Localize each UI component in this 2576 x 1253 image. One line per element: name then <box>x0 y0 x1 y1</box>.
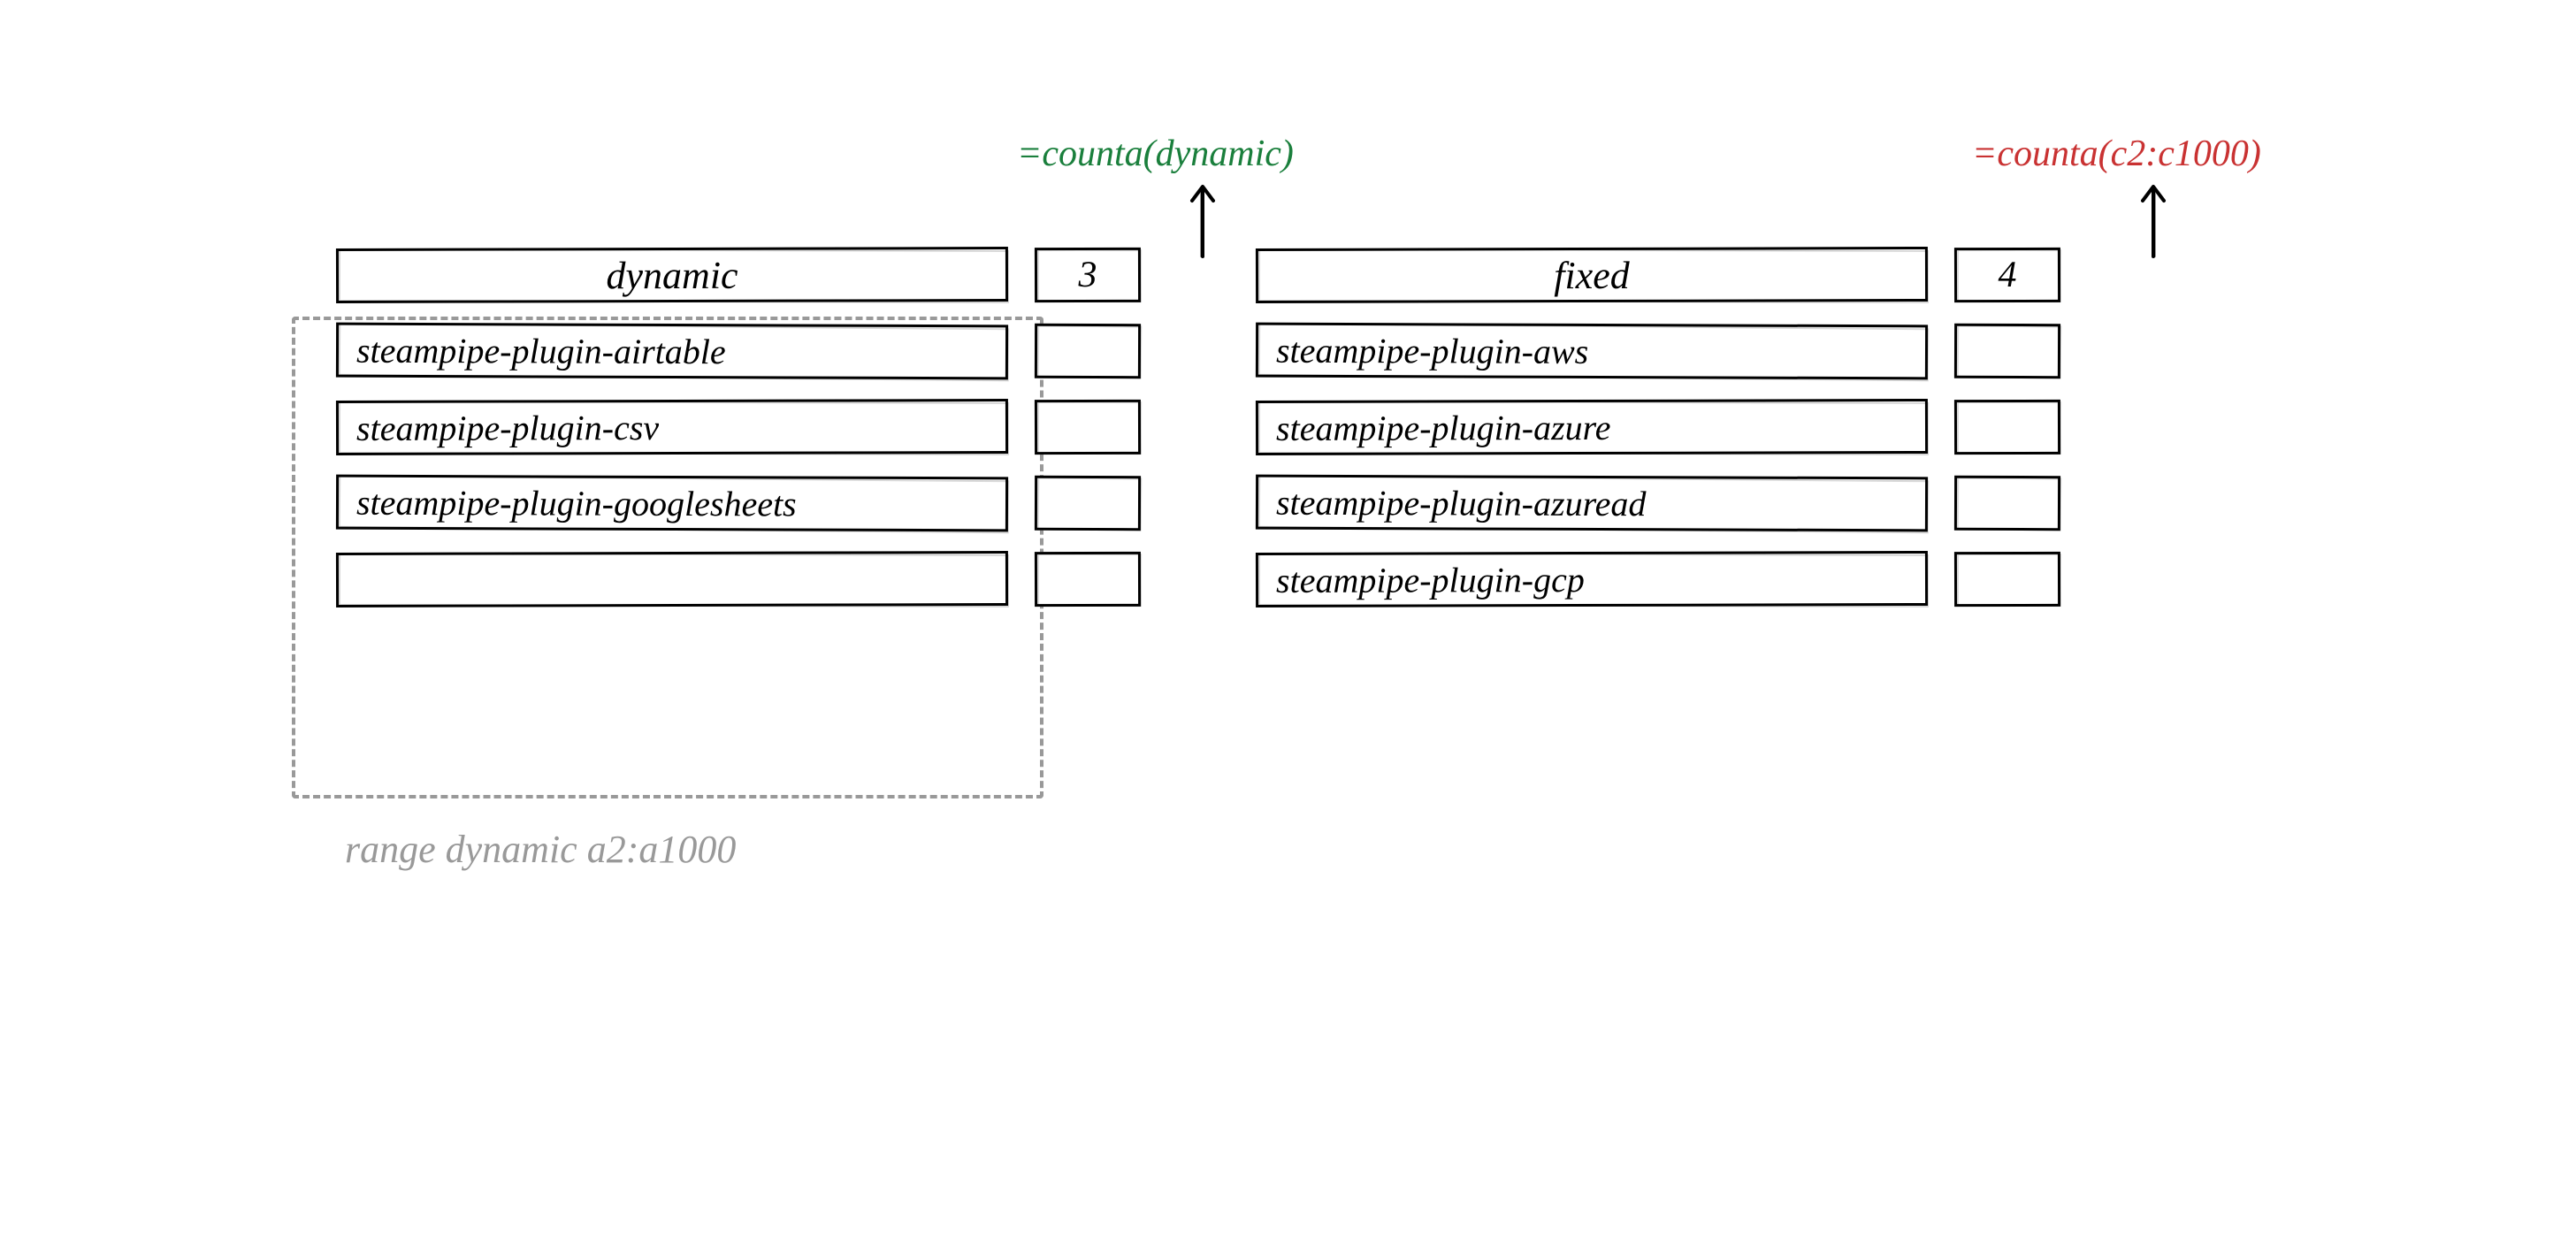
range-label: range dynamic a2:a1000 <box>345 827 736 872</box>
dynamic-header-cell: dynamic <box>336 247 1008 303</box>
empty-cell <box>1954 324 2060 378</box>
dynamic-row-cell <box>336 551 1008 607</box>
fixed-row-cell: steampipe-plugin-azuread <box>1256 475 1928 532</box>
dynamic-row-cell: steampipe-plugin-csv <box>336 399 1008 455</box>
empty-cell <box>1035 476 1141 531</box>
fixed-header-cell: fixed <box>1256 247 1928 303</box>
dynamic-row-cell: steampipe-plugin-googlesheets <box>336 475 1008 532</box>
empty-cell <box>1954 552 2060 607</box>
dynamic-column: dynamic steampipe-plugin-airtable steamp… <box>336 248 1008 607</box>
empty-cell <box>1035 324 1141 378</box>
dynamic-count-column: 3 <box>1035 248 1141 607</box>
empty-cell <box>1035 552 1141 607</box>
arrow-up-icon <box>2136 181 2171 261</box>
empty-cell <box>1035 400 1141 455</box>
formula-dynamic-label: =counta(dynamic) <box>1017 133 1294 175</box>
arrow-up-icon <box>1185 181 1220 261</box>
fixed-column-group: fixed steampipe-plugin-aws steampipe-plu… <box>1256 248 2060 607</box>
fixed-count-column: 4 <box>1954 248 2060 607</box>
empty-cell <box>1954 400 2060 455</box>
fixed-count-cell: 4 <box>1954 248 2060 302</box>
fixed-row-cell: steampipe-plugin-azure <box>1256 399 1928 455</box>
fixed-column: fixed steampipe-plugin-aws steampipe-plu… <box>1256 248 1928 607</box>
dynamic-count-cell: 3 <box>1035 248 1141 302</box>
fixed-row-cell: steampipe-plugin-aws <box>1256 323 1928 380</box>
dynamic-row-cell: steampipe-plugin-airtable <box>336 323 1008 380</box>
fixed-row-cell: steampipe-plugin-gcp <box>1256 551 1928 607</box>
diagram-container: =counta(dynamic) =counta(c2:c1000) dynam… <box>336 248 2282 607</box>
columns-wrapper: dynamic steampipe-plugin-airtable steamp… <box>336 248 2282 607</box>
dynamic-column-group: dynamic steampipe-plugin-airtable steamp… <box>336 248 1141 607</box>
empty-cell <box>1954 476 2060 531</box>
formula-fixed-label: =counta(c2:c1000) <box>1972 133 2261 175</box>
